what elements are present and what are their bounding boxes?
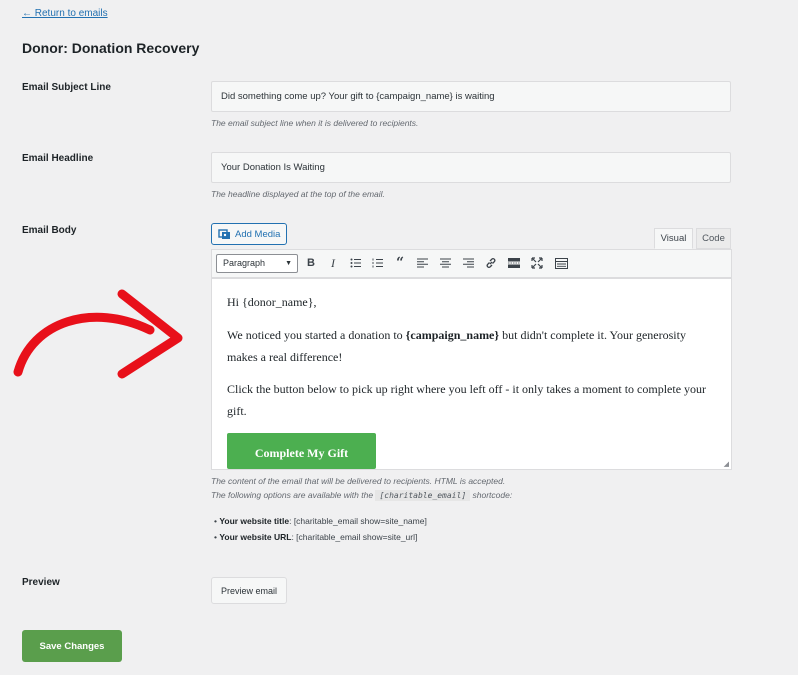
- toolbar-toggle-icon[interactable]: [554, 256, 568, 270]
- body-shortcode-note: The following options are available with…: [211, 490, 513, 501]
- email-greeting: Hi {donor_name},: [227, 295, 317, 309]
- editor-toolbar: Paragraph ▼ B I “: [211, 249, 732, 278]
- annotation-arrow-icon: [13, 289, 183, 379]
- headline-input[interactable]: [211, 152, 731, 183]
- align-right-icon[interactable]: [461, 256, 475, 270]
- add-media-label: Add Media: [235, 228, 281, 240]
- shortcode-tag: [charitable_email]: [375, 490, 471, 501]
- bold-icon[interactable]: B: [304, 256, 318, 270]
- chevron-down-icon: ▼: [285, 260, 292, 267]
- resize-handle-icon[interactable]: ◢: [724, 460, 729, 468]
- email-paragraph-1: We noticed you started a donation to {ca…: [227, 328, 686, 364]
- subject-label: Email Subject Line: [22, 82, 111, 93]
- preview-email-button[interactable]: Preview email: [211, 577, 287, 604]
- shortcode-list-item: • Your website title: [charitable_email …: [214, 516, 427, 526]
- preview-label: Preview: [22, 577, 60, 588]
- body-description: The content of the email that will be de…: [211, 476, 506, 486]
- link-icon[interactable]: [484, 256, 498, 270]
- fullscreen-icon[interactable]: [530, 256, 544, 270]
- save-changes-button[interactable]: Save Changes: [22, 630, 122, 662]
- body-label: Email Body: [22, 225, 77, 236]
- blockquote-icon[interactable]: “: [393, 255, 407, 271]
- shortcode-list-item: • Your website URL: [charitable_email sh…: [214, 532, 418, 542]
- subject-input[interactable]: [211, 81, 731, 112]
- tab-visual[interactable]: Visual: [654, 228, 693, 249]
- page-title: Donor: Donation Recovery: [22, 40, 200, 56]
- align-left-icon[interactable]: [415, 256, 429, 270]
- add-media-button[interactable]: Add Media: [211, 223, 288, 245]
- tab-code[interactable]: Code: [696, 228, 731, 249]
- add-media-icon: [218, 229, 230, 239]
- subject-description: The email subject line when it is delive…: [211, 118, 419, 128]
- email-paragraph-2: Click the button below to pick up right …: [227, 382, 707, 418]
- align-center-icon[interactable]: [438, 256, 452, 270]
- return-to-emails-link[interactable]: ← Return to emails: [22, 8, 108, 19]
- campaign-name-token: {campaign_name}: [405, 328, 500, 342]
- italic-icon[interactable]: I: [326, 256, 340, 270]
- format-select-value: Paragraph: [223, 258, 266, 268]
- complete-my-gift-button: Complete My Gift: [227, 433, 376, 469]
- email-body-editor[interactable]: Hi {donor_name}, We noticed you started …: [211, 278, 732, 470]
- read-more-icon[interactable]: [507, 256, 521, 270]
- numbered-list-icon[interactable]: [370, 256, 384, 270]
- bullet-list-icon[interactable]: [348, 256, 362, 270]
- headline-label: Email Headline: [22, 153, 94, 164]
- headline-description: The headline displayed at the top of the…: [211, 189, 385, 199]
- format-select[interactable]: Paragraph ▼: [216, 254, 298, 273]
